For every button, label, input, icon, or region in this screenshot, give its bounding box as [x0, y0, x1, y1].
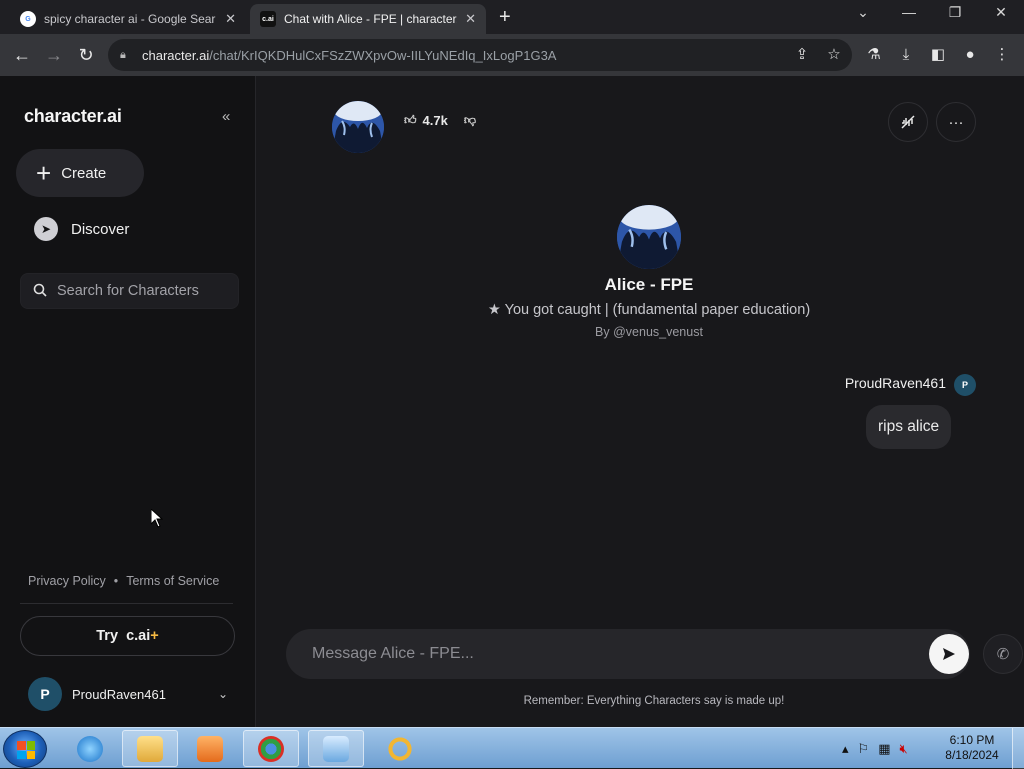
- tab-search-icon[interactable]: ⌄: [848, 4, 878, 21]
- close-tab-icon[interactable]: ✕: [465, 11, 476, 27]
- character-avatar-large: [617, 205, 681, 269]
- tab-title: Chat with Alice - FPE | character.: [284, 12, 458, 26]
- call-button[interactable]: ✆: [983, 634, 1023, 674]
- search-placeholder: Search for Characters: [57, 283, 199, 299]
- sidebar: character.ai « + Create ➤ Discover Searc…: [0, 76, 256, 727]
- plus-badge: +: [150, 628, 159, 644]
- discover-link[interactable]: ➤ Discover: [34, 217, 129, 241]
- compass-icon: ➤: [34, 217, 58, 241]
- control-panel-icon[interactable]: [308, 730, 364, 767]
- like-count: 4.7k: [422, 112, 448, 128]
- character-creator[interactable]: By @venus_venust: [256, 325, 1024, 339]
- windows-logo-icon: [17, 741, 35, 759]
- character-name: Alice - FPE: [604, 275, 694, 294]
- google-icon: G: [20, 11, 36, 27]
- privacy-policy-link[interactable]: Privacy Policy: [28, 574, 106, 588]
- terms-link[interactable]: Terms of Service: [126, 574, 219, 588]
- username: ProudRaven461: [72, 686, 166, 702]
- discover-label: Discover: [71, 220, 130, 238]
- forward-button[interactable]: →: [42, 43, 66, 67]
- url-path: /chat/KrIQKDHulCxFSzZWXpvOw-IILYuNEdIq_I…: [209, 47, 557, 63]
- chrome-icon[interactable]: [243, 730, 299, 767]
- close-tab-icon[interactable]: ✕: [225, 11, 236, 27]
- disclaimer: Remember: Everything Characters say is m…: [523, 695, 785, 707]
- try-cai-plus-button[interactable]: Try c.ai +: [20, 616, 235, 656]
- media-player-icon[interactable]: [182, 730, 238, 767]
- mute-voice-button[interactable]: [888, 102, 928, 142]
- labs-flask-icon[interactable]: ⚗: [864, 45, 884, 65]
- clock[interactable]: 6:10 PM 8/18/2024: [940, 733, 1004, 763]
- message-placeholder: Message Alice - FPE...: [312, 645, 474, 662]
- divider: [20, 603, 233, 604]
- tab-character-chat[interactable]: c.ai Chat with Alice - FPE | character. …: [250, 4, 486, 34]
- chevron-down-icon: ⌄: [217, 687, 228, 701]
- file-explorer-icon[interactable]: [122, 730, 178, 767]
- web-page: character.ai « + Create ➤ Discover Searc…: [0, 76, 1024, 727]
- bookmark-star-icon[interactable]: ☆: [824, 45, 844, 65]
- try-label: Try: [96, 628, 119, 644]
- tab-title: spicy character ai - Google Sear: [44, 12, 216, 26]
- rating-bar: 👍︎ 4.7k 👎︎: [404, 110, 476, 130]
- user-avatar: P: [28, 677, 62, 711]
- address-bar[interactable]: 🔒︎ character.ai/chat/KrIQKDHulCxFSzZWXpv…: [108, 39, 852, 71]
- new-tab-button[interactable]: +: [499, 6, 511, 29]
- menu-kebab-icon[interactable]: ⋮: [992, 45, 1012, 65]
- side-panel-icon[interactable]: ◧: [928, 45, 948, 65]
- minimize-button[interactable]: —: [894, 4, 924, 20]
- chat-main: 👍︎ 4.7k 👎︎ ··· Alice - FPE ★ You got cau…: [256, 76, 1024, 727]
- message-author: ProudRaven461: [844, 375, 946, 391]
- collapse-sidebar-icon[interactable]: «: [222, 108, 230, 125]
- more-options-icon[interactable]: ···: [936, 102, 976, 142]
- character-tagline: ★ You got caught | (fundamental paper ed…: [487, 302, 811, 318]
- cai-brand: c.ai: [126, 628, 151, 644]
- internet-explorer-icon[interactable]: [62, 730, 118, 767]
- plus-icon: +: [36, 158, 52, 188]
- back-button[interactable]: ←: [10, 43, 34, 67]
- show-desktop-button[interactable]: [1012, 728, 1024, 769]
- separator: •: [113, 574, 119, 588]
- network-icon[interactable]: ▦: [878, 741, 890, 757]
- send-arrow-icon: [943, 648, 955, 660]
- brand-logo[interactable]: character.ai: [24, 106, 122, 127]
- character-ai-icon: c.ai: [260, 11, 276, 27]
- volume-muted-icon[interactable]: 🔇︎: [899, 741, 907, 757]
- url-host: character.ai: [142, 47, 210, 63]
- message-author-avatar: P: [954, 374, 976, 396]
- restore-button[interactable]: ❐: [940, 4, 970, 21]
- app-ring-icon[interactable]: [372, 730, 428, 767]
- thumbs-down-icon[interactable]: 👎︎: [464, 113, 476, 128]
- user-menu[interactable]: P ProudRaven461 ⌄: [28, 676, 228, 712]
- windows-taskbar: ▴ ⚐ ▦ 🔇︎ 6:10 PM 8/18/2024: [0, 727, 1024, 769]
- browser-toolbar: ← → ↻ 🔒︎ character.ai/chat/KrIQKDHulCxFS…: [0, 34, 1024, 76]
- message-bubble: rips alice: [866, 405, 952, 449]
- profile-icon[interactable]: ●: [960, 45, 980, 65]
- clock-date: 8/18/2024: [945, 748, 999, 762]
- character-avatar-small[interactable]: [332, 101, 384, 153]
- thumbs-up-icon[interactable]: 👍︎: [404, 113, 417, 128]
- close-window-button[interactable]: ✕: [986, 4, 1016, 21]
- download-icon[interactable]: ⤓: [896, 45, 916, 65]
- search-input[interactable]: Search for Characters: [20, 273, 239, 309]
- reload-button[interactable]: ↻: [74, 43, 98, 67]
- action-center-flag-icon[interactable]: ⚐: [858, 741, 870, 757]
- message-input[interactable]: Message Alice - FPE...: [286, 629, 970, 679]
- clock-time: 6:10 PM: [949, 733, 995, 747]
- system-tray: ▴ ⚐ ▦ 🔇︎: [842, 728, 908, 769]
- browser-tab-bar: G spicy character ai - Google Sear ✕ c.a…: [0, 0, 1024, 34]
- create-label: Create: [61, 164, 107, 182]
- share-icon[interactable]: ⇪: [792, 45, 812, 65]
- search-icon: [33, 283, 47, 300]
- send-button[interactable]: [929, 634, 969, 674]
- create-button[interactable]: + Create: [16, 149, 144, 197]
- start-button[interactable]: [3, 730, 47, 768]
- tab-google-search[interactable]: G spicy character ai - Google Sear ✕: [10, 4, 246, 34]
- legal-links: Privacy Policy • Terms of Service: [28, 574, 219, 588]
- show-hidden-icons-icon[interactable]: ▴: [842, 741, 849, 757]
- lock-icon: 🔒︎: [120, 49, 126, 61]
